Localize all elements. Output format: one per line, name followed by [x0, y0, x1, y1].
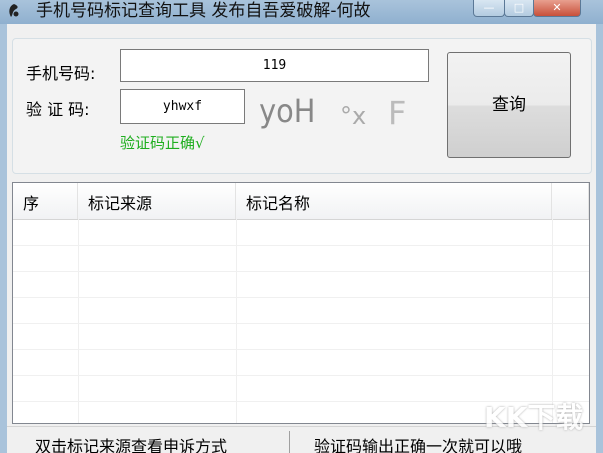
window-frame-left [0, 24, 7, 453]
row-divider [13, 297, 589, 298]
title-bar[interactable]: 手机号码标记查询工具 发布自吾爱破解-何故 — □ ✕ [0, 0, 603, 24]
watermark-text: KK下载 [484, 401, 584, 434]
column-header-filler [552, 183, 589, 219]
row-divider [13, 245, 589, 246]
row-divider [13, 375, 589, 376]
minimize-icon: — [483, 1, 495, 14]
captcha-glyph-1: yoH [259, 92, 316, 130]
table-body[interactable] [13, 219, 589, 423]
status-hint-left: 双击标记来源查看申诉方式 [35, 437, 228, 453]
captcha-input[interactable]: yhwxf [120, 89, 245, 124]
column-divider [78, 219, 79, 423]
watermark-logo: KK下载 [484, 396, 600, 440]
close-icon: ✕ [552, 1, 562, 14]
phone-label: 手机号码: [26, 64, 96, 83]
window-title: 手机号码标记查询工具 发布自吾爱破解-何故 [36, 1, 371, 21]
captcha-glyph-2: °x [340, 102, 367, 130]
captcha-image[interactable]: yoH °x F [252, 88, 432, 136]
column-header-name[interactable]: 标记名称 [236, 183, 552, 219]
captcha-glyph-3: F [388, 94, 407, 132]
close-button[interactable]: ✕ [533, 0, 581, 17]
maximize-icon: □ [513, 1, 525, 14]
minimize-button[interactable]: — [473, 0, 505, 17]
row-divider [13, 323, 589, 324]
column-divider [236, 219, 237, 423]
captcha-label: 验 证 码: [26, 100, 90, 119]
query-button[interactable]: 查询 [447, 52, 571, 158]
row-divider [13, 349, 589, 350]
column-header-source[interactable]: 标记来源 [78, 183, 236, 219]
app-window: 手机号码标记查询工具 发布自吾爱破解-何故 — □ ✕ 手机号码: 119 验 … [0, 0, 603, 453]
status-separator [289, 431, 290, 453]
results-table[interactable]: 序 标记来源 标记名称 [12, 182, 590, 424]
verify-status: 验证码正确√ [120, 134, 205, 152]
row-divider [13, 271, 589, 272]
column-header-index[interactable]: 序 [13, 183, 78, 219]
column-divider [552, 219, 553, 423]
table-header: 序 标记来源 标记名称 [13, 183, 589, 220]
phone-input[interactable]: 119 [120, 49, 429, 82]
maximize-button[interactable]: □ [504, 0, 534, 17]
app-logo-icon [9, 4, 19, 17]
window-frame-right [596, 24, 603, 453]
